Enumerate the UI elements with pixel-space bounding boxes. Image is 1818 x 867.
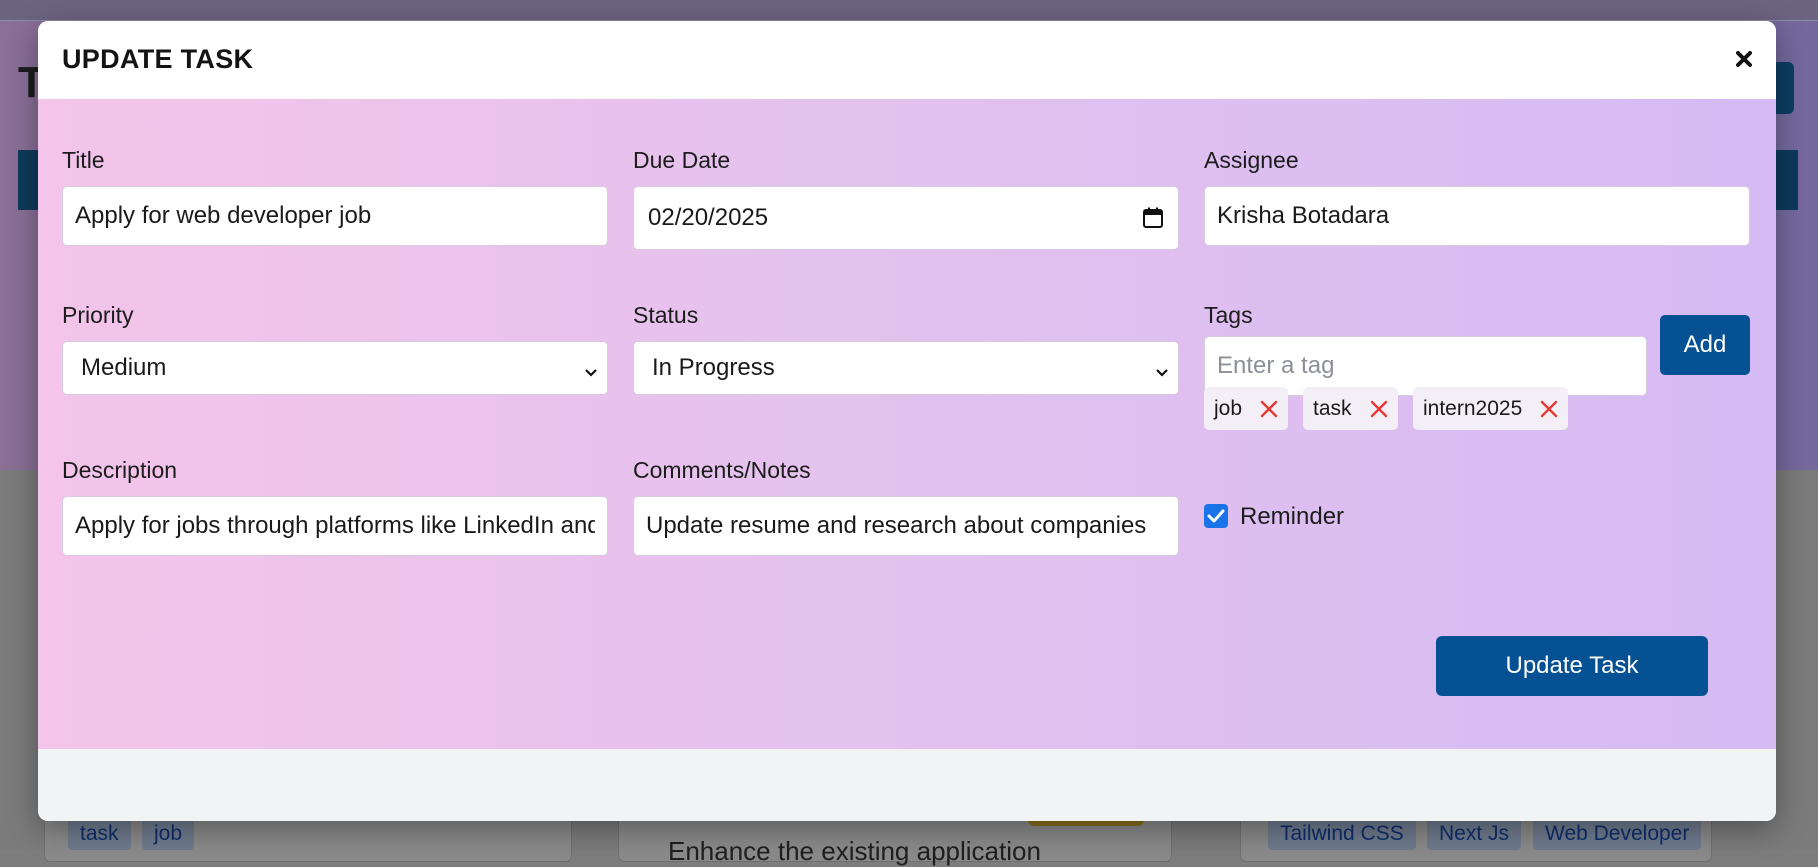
chevron-down-icon	[1154, 360, 1170, 377]
due-date-value: 02/20/2025	[648, 204, 769, 231]
status-label: Status	[633, 302, 699, 328]
background-tag-chip: job	[142, 818, 195, 850]
background-card-text: Enhance the existing application	[668, 836, 1041, 866]
background-tag-chip: Next Js	[1427, 818, 1522, 850]
background-topbar	[0, 0, 1818, 21]
modal-header: UPDATE TASK	[38, 21, 1776, 99]
due-date-label: Due Date	[633, 147, 731, 173]
description-label: Description	[62, 457, 178, 483]
description-input[interactable]	[62, 496, 608, 556]
remove-tag-icon[interactable]	[1540, 400, 1558, 418]
add-tag-button[interactable]: Add	[1660, 315, 1750, 375]
title-input[interactable]	[62, 186, 608, 246]
background-tag-chip: Tailwind CSS	[1268, 818, 1416, 850]
remove-tag-icon[interactable]	[1370, 400, 1388, 418]
status-selected-value: In Progress	[652, 354, 775, 381]
tags-label: Tags	[1204, 302, 1253, 328]
chevron-down-icon	[583, 360, 599, 377]
comments-label: Comments/Notes	[633, 457, 811, 483]
assignee-label: Assignee	[1204, 147, 1299, 173]
comments-input[interactable]	[633, 496, 1179, 556]
priority-select[interactable]: Medium	[62, 341, 608, 395]
priority-label: Priority	[62, 302, 134, 328]
status-select[interactable]: In Progress	[633, 341, 1179, 395]
modal-title: UPDATE TASK	[62, 44, 254, 74]
modal-footer	[38, 749, 1776, 821]
reminder-checkbox[interactable]	[1204, 504, 1228, 528]
tag-chip: intern2025	[1413, 387, 1569, 430]
remove-tag-icon[interactable]	[1260, 400, 1278, 418]
tag-chip: job	[1204, 387, 1289, 430]
close-icon[interactable]	[1730, 45, 1758, 73]
tag-chip-label: task	[1313, 396, 1352, 420]
tag-chip-label: job	[1214, 396, 1243, 420]
calendar-icon[interactable]	[1142, 207, 1164, 229]
reminder-label: Reminder	[1240, 503, 1345, 530]
background-tag-chip: Web Developer	[1533, 818, 1702, 850]
tag-chip: task	[1303, 387, 1398, 430]
priority-selected-value: Medium	[81, 354, 167, 381]
title-label: Title	[62, 147, 105, 173]
tag-chip-label: intern2025	[1423, 396, 1523, 420]
assignee-input[interactable]	[1204, 186, 1750, 246]
update-task-modal: UPDATE TASK Title Due Date 02/20/2025 As…	[38, 21, 1776, 821]
update-task-button[interactable]: Update Task	[1436, 636, 1708, 696]
due-date-input[interactable]: 02/20/2025	[633, 186, 1179, 250]
background-tag-chip: task	[68, 818, 131, 850]
